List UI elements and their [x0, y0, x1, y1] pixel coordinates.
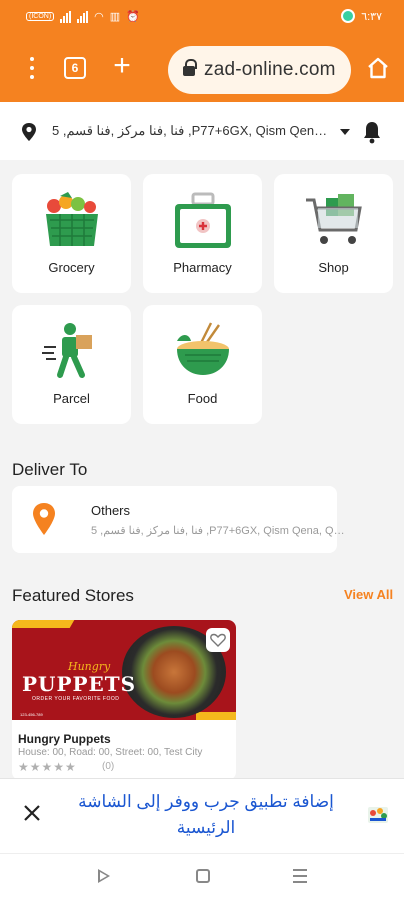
lock-icon — [182, 59, 197, 77]
address-text: 5 ,فنا ,فنا مركز ,فنا قسم ,P77+6GX, Qism… — [91, 525, 346, 537]
rating-count: (0) — [102, 761, 115, 772]
store-address: House: 00, Road: 00, Street: 00, Test Ci… — [18, 747, 203, 758]
chevron-down-icon[interactable] — [340, 129, 350, 135]
more-menu-icon[interactable] — [24, 54, 40, 82]
wifi-icon: ◠ — [94, 11, 104, 23]
address-label: Others — [91, 503, 131, 518]
rating-stars: ★★★★★ — [18, 760, 77, 774]
home-icon[interactable] — [366, 56, 390, 80]
signal-icon-2 — [77, 10, 89, 23]
status-right-icons: ٦:٣٧ — [341, 9, 382, 23]
clock-text: ٦:٣٧ — [361, 10, 382, 23]
banner-stripe — [12, 620, 75, 628]
add-to-home-banner: إضافة تطبيق جرب ووفر إلى الشاشة الرئيسية — [0, 778, 404, 853]
category-label: Parcel — [53, 391, 90, 406]
bell-icon[interactable] — [362, 120, 382, 144]
status-bar: (ICON) ◠ ▥ ⏰ ٦:٣٧ — [0, 0, 404, 36]
address-bar[interactable]: zad-online.com — [168, 46, 351, 94]
category-card-parcel[interactable]: Parcel — [12, 305, 131, 424]
status-left-icons: (ICON) ◠ ▥ ⏰ — [26, 10, 140, 23]
heart-icon[interactable] — [206, 628, 230, 652]
tabs-button[interactable]: 6 — [64, 57, 86, 79]
vibrate-icon: ▥ — [109, 11, 121, 23]
featured-stores-title: Featured Stores — [12, 586, 134, 605]
home-button-icon[interactable] — [196, 869, 210, 883]
heart-outline-icon — [210, 633, 226, 647]
grocery-basket-icon — [46, 192, 98, 246]
browser-toolbar: 6 + zad-online.com — [0, 42, 404, 98]
food-bowl-icon — [177, 322, 229, 375]
category-label: Food — [187, 391, 218, 406]
category-card-pharmacy[interactable]: Pharmacy — [143, 174, 262, 293]
banner-stripe — [196, 712, 236, 720]
deliver-to-title: Deliver To — [12, 460, 88, 479]
recents-icon[interactable] — [293, 869, 307, 883]
alarm-icon: ⏰ — [126, 11, 140, 23]
close-icon[interactable] — [22, 803, 42, 823]
location-address: 5 ,فنا ,فنا مركز ,فنا قسم ,P77+6GX, Qism… — [52, 123, 332, 138]
store-card[interactable]: Hungry PUPPETS ORDER YOUR FAVORITE FOOD … — [12, 620, 236, 780]
location-pin-icon — [22, 123, 36, 141]
signal-icon — [60, 10, 72, 23]
battery-icon — [341, 9, 356, 23]
banner-title: PUPPETS — [22, 672, 137, 696]
banner-tagline: ORDER YOUR FAVORITE FOOD — [32, 696, 120, 702]
back-icon[interactable] — [98, 869, 110, 883]
shopping-cart-icon — [306, 194, 362, 244]
category-label: Shop — [318, 260, 349, 275]
category-label: Grocery — [48, 260, 95, 275]
new-tab-icon[interactable]: + — [108, 50, 136, 84]
browser-top-bar: (ICON) ◠ ▥ ⏰ ٦:٣٧ 6 + zad-online.com — [0, 0, 404, 102]
category-card-food[interactable]: Food — [143, 305, 262, 424]
store-name: Hungry Puppets — [18, 732, 111, 746]
view-all-link[interactable]: View All — [344, 587, 393, 602]
url-text: zad-online.com — [204, 59, 336, 80]
category-card-shop[interactable]: Shop — [274, 174, 393, 293]
system-nav-bar — [0, 853, 404, 900]
delivery-man-icon — [42, 323, 92, 378]
category-card-grocery[interactable]: Grocery — [12, 174, 131, 293]
medical-kit-icon — [175, 192, 231, 248]
location-pin-icon — [33, 503, 55, 535]
location-bar[interactable]: 5 ,فنا ,فنا مركز ,فنا قسم ,P77+6GX, Qism… — [0, 102, 404, 160]
category-label: Pharmacy — [173, 260, 232, 275]
banner-phone: 123-456-789 — [20, 712, 43, 717]
deliver-address-card[interactable]: Others 5 ,فنا ,فنا مركز ,فنا قسم ,P77+6G… — [12, 486, 346, 553]
store-banner: Hungry PUPPETS ORDER YOUR FAVORITE FOOD … — [12, 620, 236, 720]
install-message[interactable]: إضافة تطبيق جرب ووفر إلى الشاشة الرئيسية — [60, 789, 352, 841]
app-icon — [368, 807, 388, 823]
status-badge-icon: (ICON) — [26, 12, 55, 21]
